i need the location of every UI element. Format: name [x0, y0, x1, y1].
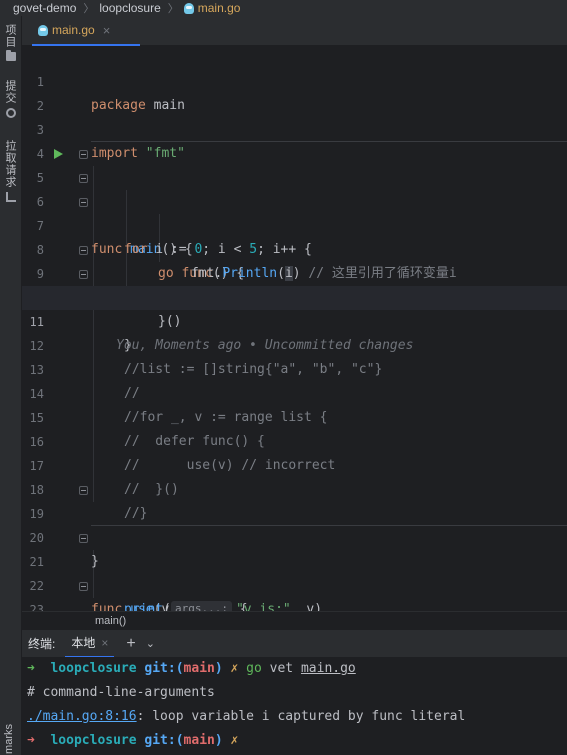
code-line: 6 for i := 0; i < 5; i++ {: [22, 166, 567, 257]
breadcrumb-file[interactable]: main.go: [198, 1, 241, 15]
terminal-output[interactable]: ➜ loopclosure git:(main) ✗ go vet main.g…: [22, 657, 567, 755]
fold-icon[interactable]: [79, 174, 88, 183]
pull-request-icon: [6, 192, 16, 202]
pull-requests-tool-label: 拉取请求: [4, 140, 16, 188]
fold-icon[interactable]: [79, 198, 88, 207]
code-line: 18 //}: [22, 454, 567, 521]
code-line: 3 import "fmt": [22, 94, 567, 161]
commit-icon: [6, 108, 16, 118]
code-line: 8 fmt.Println(i) // 这里引用了循环变量i: [22, 214, 567, 281]
code-editor[interactable]: 1 package main 2 3 import "fmt" 4 5 func…: [22, 46, 567, 611]
terminal-tab-label: 本地: [71, 636, 96, 650]
code-line: 17 // }(): [22, 430, 567, 497]
terminal-line: ➜ loopclosure git:(main) ✗: [27, 729, 238, 753]
prompt-git-label: git:(: [144, 661, 184, 676]
code-line: 16 // use(v) // incorrect: [22, 406, 567, 473]
breadcrumb-separator-icon: 〉: [167, 3, 179, 15]
command-args: vet: [261, 661, 301, 676]
breadcrumb-package[interactable]: loopclosure: [99, 1, 160, 15]
run-icon[interactable]: [54, 149, 63, 159]
go-file-icon: [38, 24, 48, 36]
prompt-directory: loopclosure: [50, 733, 137, 748]
tab-main-go[interactable]: main.go ×: [32, 16, 140, 46]
terminal-title: 终端:: [28, 637, 56, 651]
close-tab-icon[interactable]: ×: [103, 23, 111, 38]
code-line: 4: [22, 118, 567, 161]
close-tab-icon[interactable]: ×: [101, 636, 108, 650]
code-line: 23 }: [22, 574, 567, 611]
current-code-line: 11 You, Moments ago • Uncommitted change…: [22, 286, 567, 353]
code-line: 9 }(): [22, 238, 567, 329]
tab-label: main.go: [52, 23, 95, 37]
chevron-down-icon[interactable]: ⌄: [146, 637, 155, 650]
go-file-icon: [183, 2, 194, 14]
dirty-marker-icon: ✗: [230, 661, 239, 676]
bookmarks-tool-label[interactable]: marks: [3, 724, 15, 754]
project-tool-button[interactable]: 项目: [4, 24, 18, 65]
fold-icon[interactable]: [79, 150, 88, 159]
tool-window-stripe: 项目 提交 拉取请求: [0, 16, 22, 755]
prompt-branch: main: [183, 661, 215, 676]
code-line: 19 }: [22, 478, 567, 569]
editor-tab-bar: main.go ×: [22, 16, 567, 46]
code-line: 10 }: [22, 262, 567, 353]
terminal-line: # command-line-arguments: [27, 685, 215, 700]
file-location-link[interactable]: ./main.go:8:16: [27, 709, 137, 724]
project-tool-label: 项目: [4, 24, 16, 48]
fold-icon[interactable]: [79, 582, 88, 591]
commit-tool-button[interactable]: 提交: [4, 80, 18, 122]
breadcrumb-separator-icon: 〉: [83, 3, 95, 15]
terminal-line: ./main.go:8:16: loop variable i captured…: [27, 705, 465, 729]
code-line: 2: [22, 70, 567, 113]
code-line: 12 //list := []string{"a", "b", "c"}: [22, 310, 567, 377]
prompt-branch: main: [183, 733, 215, 748]
fold-icon[interactable]: [79, 486, 88, 495]
navigation-breadcrumb: govet-demo 〉 loopclosure 〉 main.go: [0, 0, 567, 16]
command-file[interactable]: main.go: [301, 661, 356, 676]
code-line: 20: [22, 502, 567, 545]
code-line: 13 //: [22, 334, 567, 401]
fold-icon[interactable]: [79, 270, 88, 279]
code-line: 7 go func() {: [22, 190, 567, 281]
prompt-git-close: ): [214, 661, 223, 676]
code-line: 5 func main() {: [22, 142, 567, 257]
prompt-arrow-icon: ➜: [27, 733, 35, 748]
prompt-arrow-icon: ➜: [27, 661, 35, 676]
code-line: 22 print(args...: "v is:", v): [22, 550, 567, 611]
code-line: 15 // defer func() {: [22, 382, 567, 449]
code-line: 21 func use(v string) {: [22, 526, 567, 611]
dirty-marker-icon: ✗: [230, 733, 239, 748]
new-terminal-icon[interactable]: +: [126, 635, 135, 653]
folder-icon: [6, 50, 16, 61]
prompt-directory: loopclosure: [50, 661, 137, 676]
pull-requests-tool-button[interactable]: 拉取请求: [4, 140, 18, 206]
code-line: 1 package main: [22, 46, 567, 113]
prompt-git-close: ): [214, 733, 223, 748]
code-line: 14 //for _, v := range list {: [22, 358, 567, 425]
terminal-line: ➜ loopclosure git:(main) ✗ go vet main.g…: [27, 657, 356, 681]
commit-tool-label: 提交: [4, 80, 16, 104]
vet-message: : loop variable i captured by func liter…: [136, 709, 466, 724]
fold-icon[interactable]: [79, 534, 88, 543]
tab-local-terminal[interactable]: 本地 ×: [65, 630, 115, 658]
code-line: 24: [22, 598, 567, 611]
editor-breadcrumb[interactable]: main(): [22, 611, 567, 629]
fold-icon[interactable]: [79, 246, 88, 255]
command-name: go: [246, 661, 262, 676]
terminal-tab-bar: 终端: 本地 × + ⌄: [22, 629, 567, 658]
prompt-git-label: git:(: [144, 733, 184, 748]
breadcrumb-project[interactable]: govet-demo: [13, 1, 76, 15]
